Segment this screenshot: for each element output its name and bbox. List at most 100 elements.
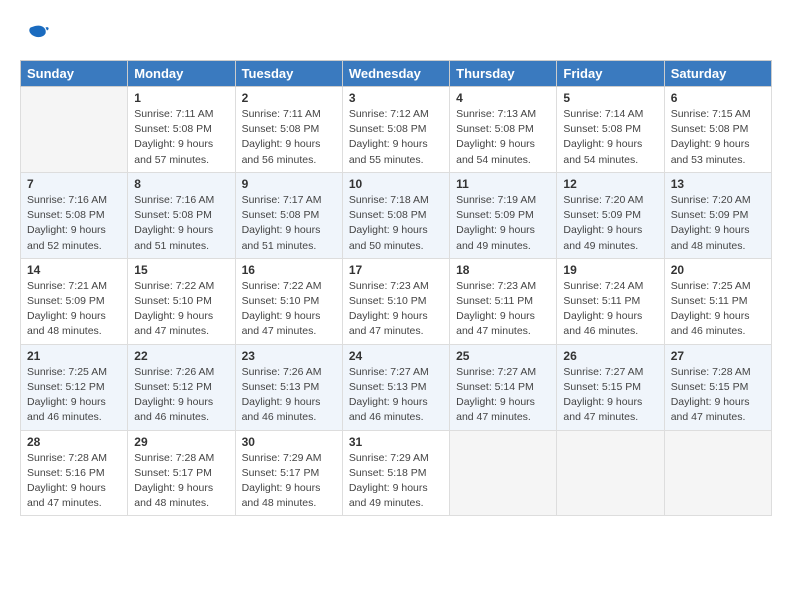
day-info: Sunrise: 7:24 AM Sunset: 5:11 PM Dayligh…: [563, 279, 657, 340]
day-info: Sunrise: 7:11 AM Sunset: 5:08 PM Dayligh…: [134, 107, 228, 168]
day-number: 26: [563, 349, 657, 363]
day-info: Sunrise: 7:20 AM Sunset: 5:09 PM Dayligh…: [671, 193, 765, 254]
calendar-cell: 18Sunrise: 7:23 AM Sunset: 5:11 PM Dayli…: [450, 258, 557, 344]
day-info: Sunrise: 7:18 AM Sunset: 5:08 PM Dayligh…: [349, 193, 443, 254]
week-row-1: 1 Sunrise: 7:11 AM Sunset: 5:08 PM Daylig…: [21, 87, 772, 173]
calendar-cell: 21 Sunrise: 7:25 AM Sunset: 5:12 PM Dayli…: [21, 344, 128, 430]
day-number: 7: [27, 177, 121, 191]
calendar-cell: 4 Sunrise: 7:13 AM Sunset: 5:08 PM Daylig…: [450, 87, 557, 173]
week-row-2: 7 Sunrise: 7:16 AM Sunset: 5:08 PM Daylig…: [21, 172, 772, 258]
weekday-header-monday: Monday: [128, 61, 235, 87]
day-info: Sunrise: 7:22 AM Sunset: 5:10 PM Dayligh…: [134, 279, 228, 340]
calendar-cell: 13 Sunrise: 7:20 AM Sunset: 5:09 PM Dayli…: [664, 172, 771, 258]
calendar-cell: 9Sunrise: 7:17 AM Sunset: 5:08 PM Daylig…: [235, 172, 342, 258]
calendar-table: SundayMondayTuesdayWednesdayThursdayFrid…: [20, 60, 772, 516]
calendar-cell: [557, 430, 664, 516]
day-info: Sunrise: 7:22 AM Sunset: 5:10 PM Dayligh…: [242, 279, 336, 340]
day-info: Sunrise: 7:12 AM Sunset: 5:08 PM Dayligh…: [349, 107, 443, 168]
day-info: Sunrise: 7:19 AM Sunset: 5:09 PM Dayligh…: [456, 193, 550, 254]
day-number: 5: [563, 91, 657, 105]
calendar-cell: 30 Sunrise: 7:29 AM Sunset: 5:17 PM Dayli…: [235, 430, 342, 516]
day-info: Sunrise: 7:27 AM Sunset: 5:14 PM Dayligh…: [456, 365, 550, 426]
day-info: Sunrise: 7:17 AM Sunset: 5:08 PM Dayligh…: [242, 193, 336, 254]
day-info: Sunrise: 7:27 AM Sunset: 5:13 PM Dayligh…: [349, 365, 443, 426]
day-number: 17: [349, 263, 443, 277]
day-info: Sunrise: 7:23 AM Sunset: 5:11 PM Dayligh…: [456, 279, 550, 340]
calendar-cell: 26 Sunrise: 7:27 AM Sunset: 5:15 PM Dayli…: [557, 344, 664, 430]
day-info: Sunrise: 7:25 AM Sunset: 5:12 PM Dayligh…: [27, 365, 121, 426]
weekday-header-tuesday: Tuesday: [235, 61, 342, 87]
calendar-cell: 28 Sunrise: 7:28 AM Sunset: 5:16 PM Dayli…: [21, 430, 128, 516]
day-info: Sunrise: 7:29 AM Sunset: 5:17 PM Dayligh…: [242, 451, 336, 512]
day-number: 8: [134, 177, 228, 191]
day-info: Sunrise: 7:25 AM Sunset: 5:11 PM Dayligh…: [671, 279, 765, 340]
calendar-cell: 11 Sunrise: 7:19 AM Sunset: 5:09 PM Dayli…: [450, 172, 557, 258]
page-header: [20, 20, 772, 50]
day-number: 27: [671, 349, 765, 363]
day-number: 1: [134, 91, 228, 105]
calendar-cell: 14 Sunrise: 7:21 AM Sunset: 5:09 PM Dayli…: [21, 258, 128, 344]
day-number: 30: [242, 435, 336, 449]
weekday-header-friday: Friday: [557, 61, 664, 87]
day-number: 24: [349, 349, 443, 363]
day-number: 10: [349, 177, 443, 191]
day-info: Sunrise: 7:27 AM Sunset: 5:15 PM Dayligh…: [563, 365, 657, 426]
week-row-3: 14 Sunrise: 7:21 AM Sunset: 5:09 PM Dayli…: [21, 258, 772, 344]
day-number: 22: [134, 349, 228, 363]
week-row-4: 21 Sunrise: 7:25 AM Sunset: 5:12 PM Dayli…: [21, 344, 772, 430]
day-info: Sunrise: 7:28 AM Sunset: 5:16 PM Dayligh…: [27, 451, 121, 512]
day-info: Sunrise: 7:14 AM Sunset: 5:08 PM Dayligh…: [563, 107, 657, 168]
day-number: 25: [456, 349, 550, 363]
day-info: Sunrise: 7:23 AM Sunset: 5:10 PM Dayligh…: [349, 279, 443, 340]
day-info: Sunrise: 7:20 AM Sunset: 5:09 PM Dayligh…: [563, 193, 657, 254]
calendar-cell: 31Sunrise: 7:29 AM Sunset: 5:18 PM Dayli…: [342, 430, 449, 516]
day-number: 12: [563, 177, 657, 191]
day-info: Sunrise: 7:28 AM Sunset: 5:17 PM Dayligh…: [134, 451, 228, 512]
calendar-cell: 17 Sunrise: 7:23 AM Sunset: 5:10 PM Dayli…: [342, 258, 449, 344]
day-number: 28: [27, 435, 121, 449]
calendar-cell: 23Sunrise: 7:26 AM Sunset: 5:13 PM Dayli…: [235, 344, 342, 430]
day-number: 2: [242, 91, 336, 105]
calendar-cell: [450, 430, 557, 516]
day-number: 23: [242, 349, 336, 363]
day-info: Sunrise: 7:28 AM Sunset: 5:15 PM Dayligh…: [671, 365, 765, 426]
calendar-cell: [21, 87, 128, 173]
day-number: 6: [671, 91, 765, 105]
week-row-5: 28 Sunrise: 7:28 AM Sunset: 5:16 PM Dayli…: [21, 430, 772, 516]
day-info: Sunrise: 7:13 AM Sunset: 5:08 PM Dayligh…: [456, 107, 550, 168]
weekday-header-wednesday: Wednesday: [342, 61, 449, 87]
day-number: 14: [27, 263, 121, 277]
day-number: 19: [563, 263, 657, 277]
calendar-cell: 15Sunrise: 7:22 AM Sunset: 5:10 PM Dayli…: [128, 258, 235, 344]
calendar-cell: 5 Sunrise: 7:14 AM Sunset: 5:08 PM Daylig…: [557, 87, 664, 173]
calendar-cell: 3 Sunrise: 7:12 AM Sunset: 5:08 PM Daylig…: [342, 87, 449, 173]
day-number: 20: [671, 263, 765, 277]
weekday-header-row: SundayMondayTuesdayWednesdayThursdayFrid…: [21, 61, 772, 87]
calendar-cell: 2Sunrise: 7:11 AM Sunset: 5:08 PM Daylig…: [235, 87, 342, 173]
logo: [20, 20, 54, 50]
calendar-cell: 19 Sunrise: 7:24 AM Sunset: 5:11 PM Dayli…: [557, 258, 664, 344]
day-info: Sunrise: 7:26 AM Sunset: 5:12 PM Dayligh…: [134, 365, 228, 426]
day-info: Sunrise: 7:16 AM Sunset: 5:08 PM Dayligh…: [134, 193, 228, 254]
day-info: Sunrise: 7:15 AM Sunset: 5:08 PM Dayligh…: [671, 107, 765, 168]
calendar-cell: 24 Sunrise: 7:27 AM Sunset: 5:13 PM Dayli…: [342, 344, 449, 430]
calendar-cell: 10 Sunrise: 7:18 AM Sunset: 5:08 PM Dayli…: [342, 172, 449, 258]
day-number: 29: [134, 435, 228, 449]
calendar-cell: 29 Sunrise: 7:28 AM Sunset: 5:17 PM Dayli…: [128, 430, 235, 516]
day-info: Sunrise: 7:16 AM Sunset: 5:08 PM Dayligh…: [27, 193, 121, 254]
day-number: 21: [27, 349, 121, 363]
logo-bird-icon: [20, 20, 50, 50]
calendar-cell: 6 Sunrise: 7:15 AM Sunset: 5:08 PM Daylig…: [664, 87, 771, 173]
weekday-header-thursday: Thursday: [450, 61, 557, 87]
day-number: 16: [242, 263, 336, 277]
calendar-cell: [664, 430, 771, 516]
weekday-header-sunday: Sunday: [21, 61, 128, 87]
day-number: 3: [349, 91, 443, 105]
day-number: 13: [671, 177, 765, 191]
day-number: 11: [456, 177, 550, 191]
day-number: 31: [349, 435, 443, 449]
calendar-cell: 1 Sunrise: 7:11 AM Sunset: 5:08 PM Daylig…: [128, 87, 235, 173]
calendar-cell: 25 Sunrise: 7:27 AM Sunset: 5:14 PM Dayli…: [450, 344, 557, 430]
day-info: Sunrise: 7:21 AM Sunset: 5:09 PM Dayligh…: [27, 279, 121, 340]
day-number: 4: [456, 91, 550, 105]
